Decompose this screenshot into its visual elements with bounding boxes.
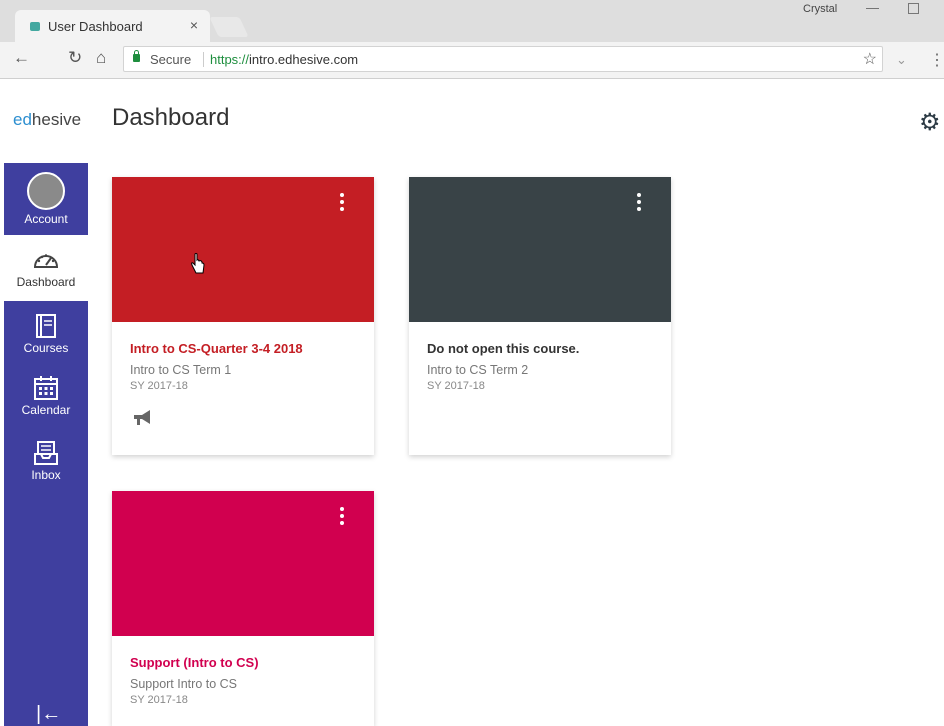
- logo-suffix: hesive: [31, 110, 82, 129]
- browser-tab-bar: User Dashboard × Crystal —: [0, 0, 944, 42]
- avatar: [27, 172, 65, 210]
- course-subtitle: Support Intro to CS: [130, 677, 238, 691]
- tab-close-icon[interactable]: ×: [190, 17, 198, 33]
- nav-calendar[interactable]: Calendar: [4, 373, 88, 435]
- nav-calendar-label: Calendar: [21, 403, 71, 417]
- home-icon[interactable]: ⌂: [96, 48, 106, 68]
- secure-label: Secure: [150, 52, 192, 67]
- book-icon: [36, 314, 56, 338]
- megaphone-icon[interactable]: [132, 409, 154, 427]
- course-title[interactable]: Support (Intro to CS): [130, 655, 259, 670]
- favicon-icon: [30, 22, 40, 31]
- browser-tab[interactable]: User Dashboard ×: [15, 10, 210, 42]
- minimize-icon[interactable]: —: [866, 0, 879, 15]
- nav-inbox-label: Inbox: [31, 468, 61, 482]
- course-card-hero[interactable]: [409, 177, 671, 322]
- course-term: SY 2017-18: [427, 380, 485, 392]
- address-bar[interactable]: Secure https://intro.edhesive.com ☆: [123, 46, 883, 72]
- nav-account-label: Account: [24, 212, 68, 226]
- global-nav-sidebar: Account Dashboard Courses Calendar Inbox…: [4, 163, 88, 726]
- speedometer-icon: [33, 254, 59, 268]
- reload-icon[interactable]: ↻: [68, 48, 82, 68]
- course-title[interactable]: Intro to CS-Quarter 3-4 2018: [130, 341, 303, 356]
- collapse-nav-icon[interactable]: |←: [36, 703, 61, 726]
- nav-dashboard-label: Dashboard: [16, 275, 76, 289]
- course-term: SY 2017-18: [130, 694, 188, 706]
- card-options-icon[interactable]: [637, 193, 643, 214]
- url-host: intro.edhesive.com: [249, 52, 359, 67]
- maximize-icon[interactable]: [908, 3, 919, 14]
- course-card-hero[interactable]: [112, 177, 374, 322]
- tab-title: User Dashboard: [48, 19, 143, 34]
- card-options-icon[interactable]: [340, 193, 346, 214]
- inbox-icon: [34, 441, 58, 465]
- course-card-hero[interactable]: [112, 491, 374, 636]
- browser-user-label[interactable]: Crystal: [803, 3, 837, 15]
- course-card[interactable]: Do not open this course. Intro to CS Ter…: [409, 177, 671, 455]
- course-term: SY 2017-18: [130, 380, 188, 392]
- url-text[interactable]: https://intro.edhesive.com: [210, 52, 358, 67]
- edhesive-logo[interactable]: edhesive: [13, 110, 81, 130]
- lock-icon: [133, 50, 140, 62]
- back-icon[interactable]: ←: [13, 48, 30, 68]
- calendar-icon: [34, 376, 58, 400]
- card-options-icon[interactable]: [340, 507, 346, 528]
- nav-courses-label: Courses: [23, 341, 69, 355]
- address-separator: [203, 52, 204, 67]
- nav-account[interactable]: Account: [4, 163, 88, 235]
- browser-menu-icon[interactable]: ⋮: [929, 50, 944, 70]
- nav-courses[interactable]: Courses: [4, 309, 88, 371]
- browser-toolbar: ← ↻ ⌂ Secure https://intro.edhesive.com …: [0, 42, 944, 79]
- logo-prefix: ed: [13, 110, 32, 129]
- course-subtitle: Intro to CS Term 2: [427, 363, 529, 377]
- new-tab-button[interactable]: [209, 17, 249, 37]
- nav-inbox[interactable]: Inbox: [4, 439, 88, 501]
- extension-icon[interactable]: ⌄: [896, 52, 907, 68]
- url-protocol: https://: [210, 52, 250, 67]
- bookmark-star-icon[interactable]: ☆: [863, 49, 877, 69]
- course-title[interactable]: Do not open this course.: [427, 341, 579, 356]
- course-card[interactable]: Support (Intro to CS) Support Intro to C…: [112, 491, 374, 726]
- course-card[interactable]: Intro to CS-Quarter 3-4 2018 Intro to CS…: [112, 177, 374, 455]
- gear-icon[interactable]: ⚙: [919, 108, 941, 137]
- nav-dashboard[interactable]: Dashboard: [4, 235, 88, 301]
- hand-cursor-icon: [191, 253, 205, 274]
- course-subtitle: Intro to CS Term 1: [130, 363, 232, 377]
- page-title: Dashboard: [112, 104, 230, 131]
